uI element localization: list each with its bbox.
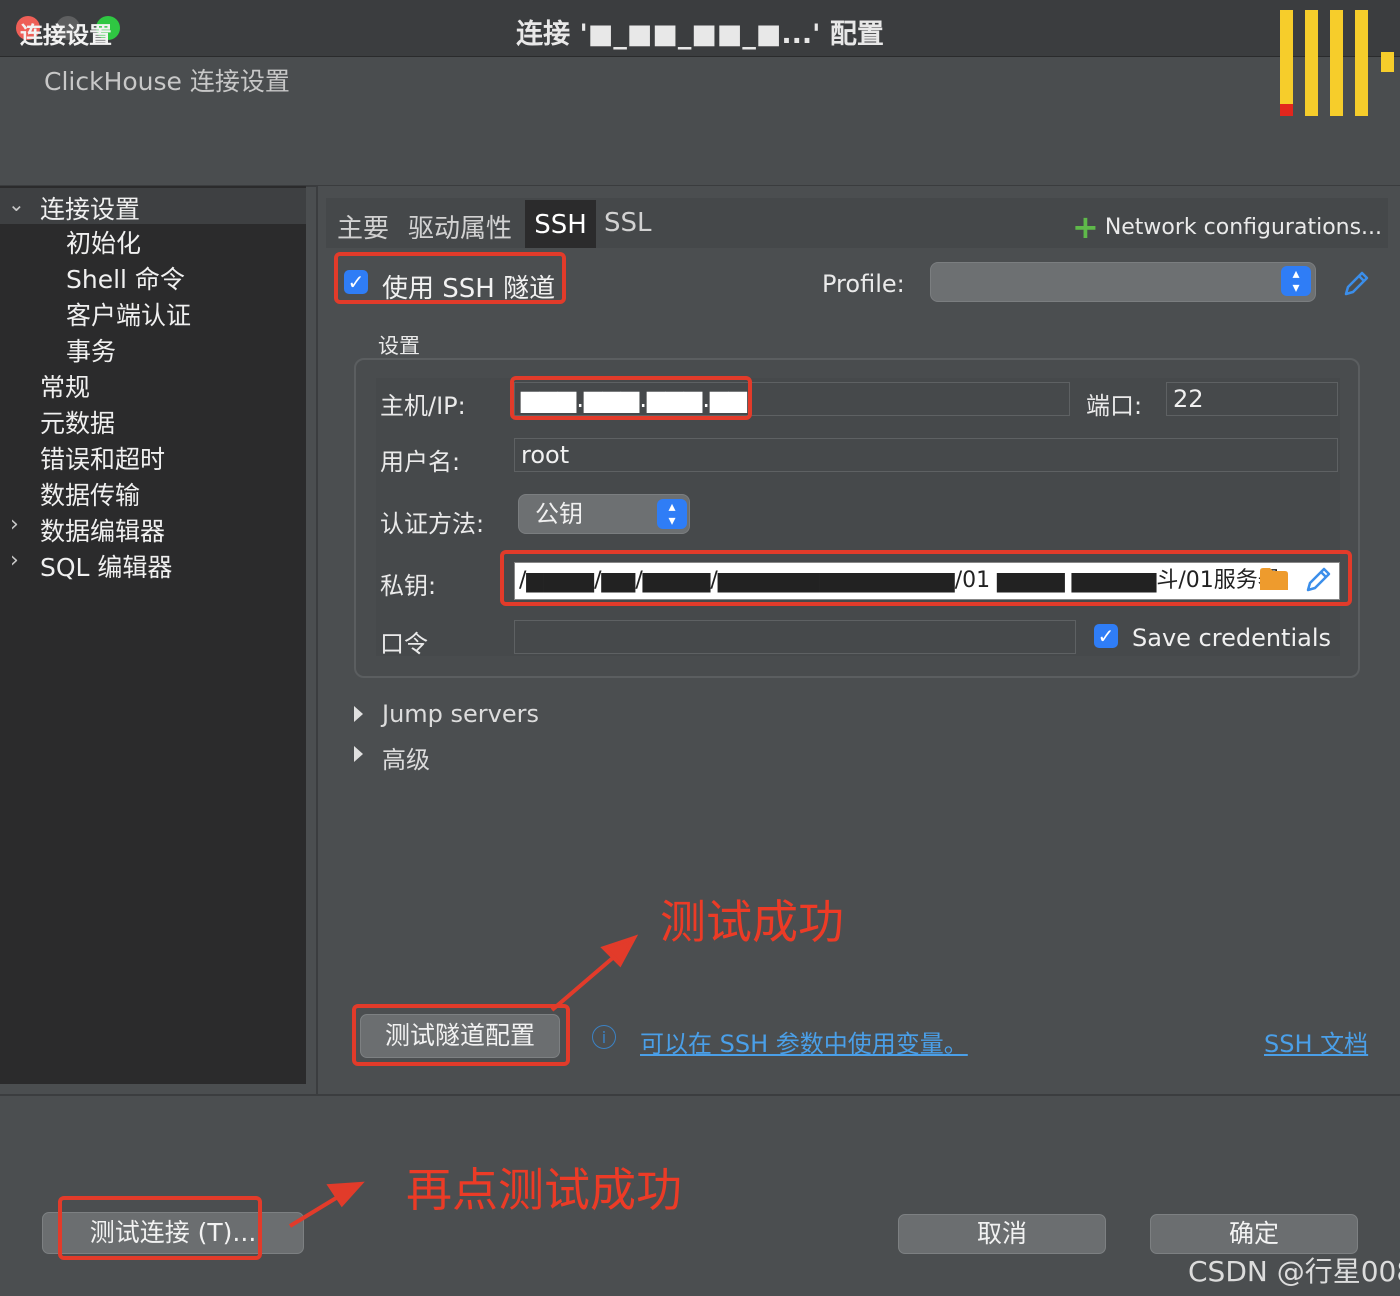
sidebar-item-client-auth[interactable]: 客户端认证 <box>66 296 191 332</box>
chevron-right-icon[interactable]: › <box>10 548 19 573</box>
advanced-expander[interactable]: 高级 <box>382 740 430 775</box>
highlight-box-private-key <box>500 550 1352 606</box>
clickhouse-logo-icon <box>1280 10 1394 116</box>
footer-divider <box>0 1094 1400 1096</box>
sidebar-item-errors-timeouts[interactable]: 错误和超时 <box>40 440 165 476</box>
tab-driver-properties[interactable]: 驱动属性 <box>408 208 512 245</box>
chevron-right-icon[interactable]: › <box>10 512 19 537</box>
tab-main[interactable]: 主要 <box>337 208 389 245</box>
header-title: 连接设置 <box>20 23 112 49</box>
edit-profile-pencil-icon[interactable] <box>1340 268 1372 300</box>
host-label: 主机/IP: <box>380 392 466 420</box>
auth-method-select[interactable]: 公钥 ▴ ▾ <box>518 494 690 534</box>
sidebar-item-transactions[interactable]: 事务 <box>66 332 116 368</box>
sidebar-item-general[interactable]: 常规 <box>40 368 90 404</box>
select-stepper-icon: ▴ ▾ <box>1281 266 1311 296</box>
passphrase-input[interactable] <box>514 620 1076 654</box>
port-input[interactable]: 22 <box>1166 382 1338 416</box>
auth-method-label: 认证方法: <box>380 510 485 538</box>
sidebar-item-data-editor[interactable]: 数据编辑器 <box>40 512 165 548</box>
settings-group-label: 设置 <box>378 334 420 358</box>
profile-select[interactable]: ▴ ▾ <box>930 262 1316 302</box>
port-label: 端口: <box>1086 392 1143 420</box>
expand-triangle-icon[interactable] <box>354 746 363 762</box>
sidebar-item-sql-editor[interactable]: SQL 编辑器 <box>40 548 172 584</box>
cancel-button[interactable]: 取消 <box>898 1214 1106 1254</box>
profile-label: Profile: <box>822 270 905 298</box>
sidebar-item-shell-commands[interactable]: Shell 命令 <box>66 260 185 296</box>
network-configurations-button[interactable]: + Network configurations... <box>1072 208 1382 246</box>
sidebar-item-connection-settings[interactable]: ⌄ 连接设置 <box>0 188 306 224</box>
ssh-docs-link[interactable]: SSH 文档 <box>1264 1024 1368 1059</box>
tab-ssh[interactable]: SSH <box>525 200 596 248</box>
info-icon: i <box>592 1025 616 1049</box>
highlight-box-test-tunnel <box>352 1004 570 1066</box>
highlight-box-test-connection <box>58 1196 262 1260</box>
select-stepper-icon: ▴ ▾ <box>657 499 687 529</box>
plus-icon: + <box>1072 208 1099 246</box>
sidebar-item-label: 连接设置 <box>40 195 141 224</box>
highlight-box-host <box>510 376 752 420</box>
settings-sidebar: ⌄ 连接设置 初始化 Shell 命令 客户端认证 事务 常规 元数据 错误和超… <box>0 186 306 1084</box>
ssh-variables-link[interactable]: 可以在 SSH 参数中使用变量。 <box>640 1024 968 1059</box>
header-subtitle: ClickHouse 连接设置 <box>44 67 290 96</box>
save-credentials-checkbox[interactable]: ✓ <box>1094 624 1118 648</box>
private-key-label: 私钥: <box>380 572 437 600</box>
auth-method-value: 公钥 <box>535 500 583 528</box>
expand-triangle-icon[interactable] <box>354 706 363 722</box>
username-label: 用户名: <box>380 448 461 476</box>
network-configurations-label: Network configurations... <box>1104 215 1383 240</box>
highlight-box-use-ssh <box>334 252 566 304</box>
sidebar-item-metadata[interactable]: 元数据 <box>40 404 115 440</box>
jump-servers-expander[interactable]: Jump servers <box>382 700 539 728</box>
tab-ssl[interactable]: SSL <box>604 208 652 238</box>
sidebar-item-init[interactable]: 初始化 <box>66 224 141 260</box>
username-input[interactable]: root <box>514 438 1338 472</box>
passphrase-label: 口令 <box>380 630 428 658</box>
save-credentials-label: Save credentials <box>1132 624 1332 652</box>
annotation-note-test-success: 测试成功 <box>660 895 844 949</box>
annotation-note-click-test-again: 再点测试成功 <box>406 1163 682 1217</box>
chevron-down-icon: ⌄ <box>8 192 25 216</box>
window-title: 连接 '■_■■_■■_■...' 配置 <box>516 19 884 50</box>
sidebar-item-data-transfer[interactable]: 数据传输 <box>40 476 140 512</box>
watermark: CSDN @行星008 <box>1188 1255 1400 1288</box>
ok-button[interactable]: 确定 <box>1150 1214 1358 1254</box>
